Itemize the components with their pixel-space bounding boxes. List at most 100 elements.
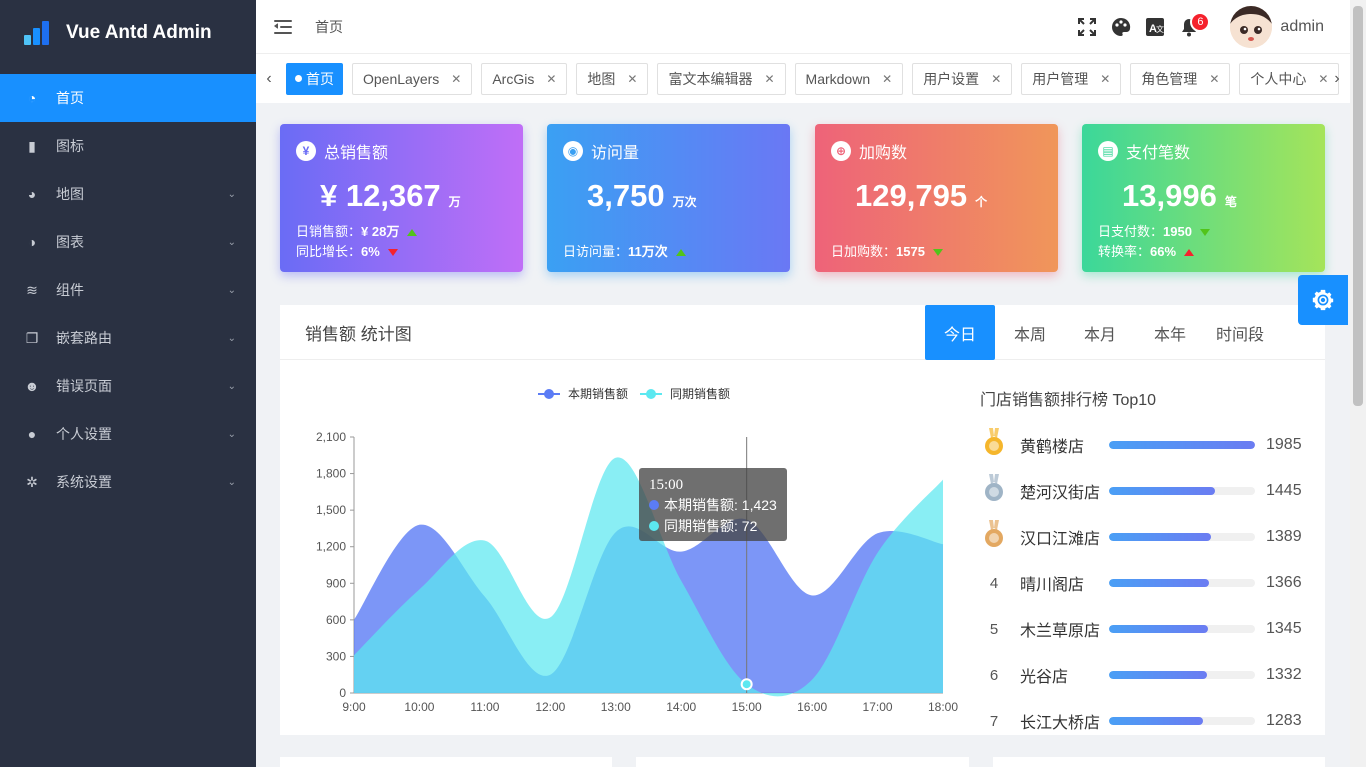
chart-legend[interactable]: 本期销售额 同期销售额 — [538, 386, 730, 401]
tab-label: 角色管理 — [1141, 70, 1198, 87]
card-line-label: 日访问量： — [563, 244, 629, 259]
card-icon: ⊕ — [831, 141, 851, 161]
sidebar-item-8[interactable]: ✲ 系统设置 ⌄ — [0, 458, 256, 506]
period-tab-1[interactable]: 本周 — [995, 305, 1065, 360]
close-icon[interactable]: ✕ — [991, 72, 1001, 86]
fullscreen-icon[interactable] — [1070, 10, 1104, 44]
sidebar-item-label: 系统设置 — [56, 474, 112, 490]
card-unit: 万 — [448, 195, 461, 209]
close-icon[interactable]: ✕ — [1209, 72, 1219, 86]
period-tab-3[interactable]: 本年 — [1135, 305, 1205, 360]
card-icon: ◉ — [563, 141, 583, 161]
medal-icon — [980, 474, 1008, 508]
rank-progress-bar — [1109, 625, 1255, 633]
tab-8[interactable]: 角色管理 ✕ — [1130, 62, 1231, 95]
sidebar-item-6[interactable]: ☻ 错误页面 ⌄ — [0, 362, 256, 410]
tab-1[interactable]: OpenLayers ✕ — [352, 62, 473, 95]
ranking-row: 5 木兰草原店 1345 — [980, 614, 1310, 644]
close-icon[interactable]: ✕ — [1100, 72, 1110, 86]
chevron-down-icon: ⌄ — [227, 380, 236, 392]
store-value: 1283 — [1266, 712, 1302, 729]
copy-icon: ❐ — [25, 329, 39, 346]
close-icon[interactable]: ✕ — [451, 72, 461, 86]
globe-icon: ◕ — [27, 186, 37, 202]
scrollbar-thumb[interactable] — [1353, 6, 1363, 406]
chevron-down-icon: ⌄ — [227, 476, 236, 488]
x-tick-label: 13:00 — [601, 700, 631, 714]
card-unit: 个 — [975, 195, 988, 209]
card-line-value: 66% — [1150, 244, 1177, 259]
period-tab-0[interactable]: 今日 — [925, 305, 995, 360]
username[interactable]: admin — [1280, 18, 1324, 36]
ranking-row: 4 晴川阁店 1366 — [980, 568, 1310, 598]
sidebar-item-label: 图标 — [56, 138, 84, 154]
card-unit: 笔 — [1224, 195, 1237, 209]
x-tick-label: 17:00 — [863, 700, 893, 714]
store-name: 黄鹤楼店 — [1020, 439, 1085, 456]
bottom-card — [636, 757, 969, 767]
tabs-scroll-right-icon[interactable]: › — [1324, 70, 1350, 88]
tab-5[interactable]: Markdown ✕ — [794, 62, 904, 95]
period-tabs: 今日 本周 本月 本年 时间段 — [925, 305, 1275, 360]
legend-label[interactable]: 同期销售额 — [670, 386, 730, 401]
y-tick-label: 2,100 — [316, 430, 346, 444]
legend-label[interactable]: 本期销售额 — [568, 386, 628, 401]
palette-icon[interactable] — [1104, 10, 1138, 44]
tab-label: 地图 — [587, 70, 616, 87]
tab-0[interactable]: 首页 — [286, 62, 343, 95]
rank-progress-bar — [1109, 533, 1255, 541]
tab-4[interactable]: 富文本编辑器 ✕ — [657, 62, 786, 95]
x-tick-label: 14:00 — [666, 700, 696, 714]
chevron-down-icon: ⌄ — [227, 284, 236, 296]
header: 首页 A文 6 admin — [256, 0, 1350, 53]
tab-6[interactable]: 用户设置 ✕ — [912, 62, 1013, 95]
sales-chart[interactable]: 本期销售额 同期销售额 9:00 10:00 11:00 12:00 13:00 14:00… — [280, 380, 980, 720]
page-scrollbar[interactable] — [1350, 0, 1366, 767]
logo-icon — [24, 21, 52, 45]
tooltip-line: 同期销售额: 72 — [664, 518, 758, 534]
x-tick-label: 15:00 — [732, 700, 762, 714]
store-value: 1332 — [1266, 666, 1302, 683]
period-tab-2[interactable]: 本月 — [1065, 305, 1135, 360]
tab-2[interactable]: ArcGis ✕ — [481, 62, 568, 95]
settings-drawer-button[interactable] — [1298, 275, 1348, 325]
sidebar-item-5[interactable]: ❐ 嵌套路由 ⌄ — [0, 314, 256, 362]
period-tab-4[interactable]: 时间段 — [1205, 305, 1275, 360]
card-icon: ¥ — [296, 141, 316, 161]
tab-7[interactable]: 用户管理 ✕ — [1021, 62, 1122, 95]
close-icon[interactable]: ✕ — [882, 72, 892, 86]
sidebar-item-3[interactable]: ◑ 图表 ⌄ — [0, 218, 256, 266]
logo[interactable]: Vue Antd Admin — [0, 0, 256, 66]
sidebar-item-4[interactable]: ≋ 组件 ⌄ — [0, 266, 256, 314]
menu-fold-icon[interactable] — [274, 19, 294, 35]
close-icon[interactable]: ✕ — [627, 72, 637, 86]
y-tick-label: 1,500 — [316, 503, 346, 517]
rank-progress-bar — [1109, 579, 1255, 587]
avatar[interactable] — [1230, 5, 1273, 48]
store-name: 长江大桥店 — [1020, 715, 1101, 732]
sidebar-menu: ◔ 首页 ▮ 图标 ◕ 地图 ⌄ ◑ 图表 ⌄ ≋ 组件 ⌄ ❐ 嵌套路由 ⌄ ☻ 错误页面 ⌄ ● 个… — [0, 74, 256, 506]
tab-3[interactable]: 地图 ✕ — [576, 62, 649, 95]
notification-bell[interactable]: 6 — [1172, 10, 1211, 44]
store-value: 1345 — [1266, 620, 1302, 637]
pie-chart-icon: ◑ — [27, 234, 37, 250]
card-footer: 日销售额：¥ 28万 同比增长：6% — [296, 222, 418, 262]
store-name: 汉口江滩店 — [1020, 531, 1101, 548]
sidebar-item-1[interactable]: ▮ 图标 — [0, 122, 256, 170]
sidebar-item-0[interactable]: ◔ 首页 — [0, 74, 256, 122]
tabs-scroll-left-icon[interactable]: ‹ — [256, 70, 282, 88]
sidebar: Vue Antd Admin ◔ 首页 ▮ 图标 ◕ 地图 ⌄ ◑ 图表 ⌄ ≋ 组件 ⌄ ❐ … — [0, 0, 256, 767]
user-icon: ● — [27, 426, 37, 442]
close-icon[interactable]: ✕ — [546, 72, 556, 86]
rank-progress-bar — [1109, 717, 1255, 725]
stat-card-2: ⊕ 加购数 129,795 个 日加购数：1575 — [815, 124, 1058, 272]
translate-icon[interactable]: A文 — [1138, 10, 1172, 44]
sidebar-item-label: 嵌套路由 — [56, 330, 112, 346]
breadcrumb[interactable]: 首页 — [315, 17, 343, 37]
tooltip-line: 本期销售额: 1,423 — [664, 497, 777, 513]
sidebar-item-7[interactable]: ● 个人设置 ⌄ — [0, 410, 256, 458]
store-name: 晴川阁店 — [1020, 577, 1085, 594]
close-icon[interactable]: ✕ — [764, 72, 774, 86]
sidebar-item-2[interactable]: ◕ 地图 ⌄ — [0, 170, 256, 218]
card-line-label: 日支付数： — [1098, 224, 1164, 239]
